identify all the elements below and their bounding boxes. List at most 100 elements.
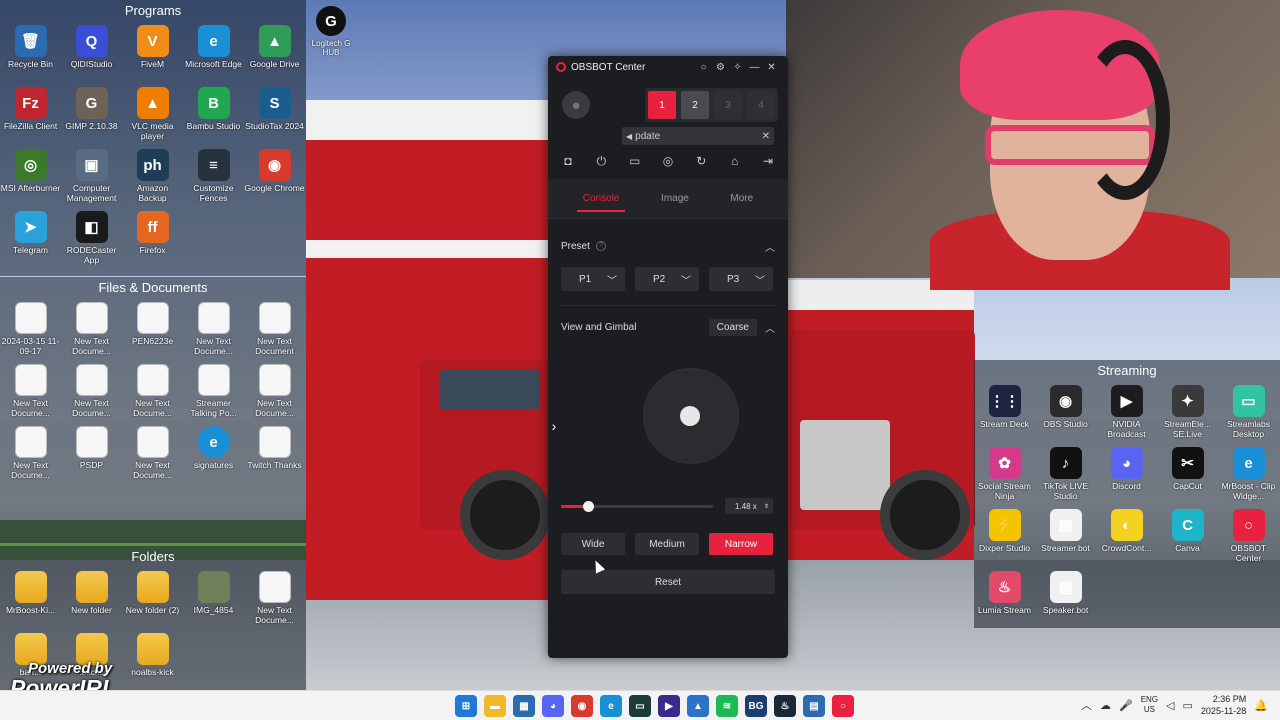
network-icon[interactable]: ▭ [1183, 699, 1193, 712]
desktop-icon[interactable]: Twitch Thanks [244, 421, 305, 483]
obsbot-taskbar-icon[interactable]: ○ [832, 695, 854, 717]
notification-bell-icon[interactable]: 🔔 [1254, 699, 1268, 712]
desktop-icon[interactable]: New folder (2) [122, 566, 183, 628]
zoom-slider[interactable] [561, 500, 713, 512]
record-indicator-icon[interactable]: ○ [695, 62, 712, 73]
start-icon[interactable]: ⊞ [455, 695, 477, 717]
desktop-icon[interactable]: Fz FileZilla Client [0, 82, 61, 144]
volume-icon[interactable]: ◁ [1166, 699, 1174, 712]
clock[interactable]: 2:36 PM 2025-11-28 [1201, 693, 1246, 717]
coarse-toggle[interactable]: Coarse [708, 318, 757, 336]
desktop-icon[interactable]: New Text Docume... [183, 297, 244, 359]
desktop-icon[interactable]: New Text Docume... [122, 421, 183, 483]
language-indicator[interactable]: ENG US [1141, 695, 1158, 715]
close-button[interactable]: ✕ [763, 62, 780, 73]
desktop-icon[interactable]: ♨ Lumia Stream [974, 566, 1035, 628]
microphone-icon[interactable]: 🎤 [1119, 699, 1133, 712]
avatar[interactable]: ● [562, 91, 590, 119]
desktop-icon[interactable]: ▲ VLC media player [122, 82, 183, 144]
desktop-icon[interactable]: ➤ Telegram [0, 206, 61, 268]
desktop-icon[interactable]: e signatures [183, 421, 244, 483]
desktop-icon[interactable]: ▤ Speaker.bot [1035, 566, 1096, 628]
tracking-icon[interactable]: ◎ [658, 151, 678, 171]
expand-panel-icon[interactable]: ⇥ [758, 151, 778, 171]
preset-p2-dropdown[interactable]: P2 ﹀ [635, 267, 699, 291]
chevron-up-icon[interactable]: ︿ [765, 239, 775, 254]
desktop-icon[interactable]: ○ OBSBOT Center [1218, 504, 1279, 566]
desktop-icon[interactable]: ⚡ Dixper Studio [974, 504, 1035, 566]
desktop-icon[interactable]: New Text Docume... [61, 359, 122, 421]
desktop-icon[interactable]: New Text Document [244, 297, 305, 359]
chevron-up-icon[interactable]: ︿ [765, 320, 775, 335]
desktop-icon[interactable]: ◉ OBS Studio [1035, 380, 1096, 442]
pin-icon[interactable]: ✧ [729, 62, 746, 73]
desktop-icon[interactable]: New Text Docume... [244, 566, 305, 628]
preset-p3-dropdown[interactable]: P3 ﹀ [709, 267, 773, 291]
desktop-icon[interactable]: V FiveM [122, 20, 183, 82]
camera-2-button[interactable]: 2 [681, 91, 709, 119]
minimize-button[interactable]: — [746, 62, 763, 73]
desktop-icon[interactable]: 🗑 Recycle Bin [0, 20, 61, 82]
camera-1-button[interactable]: 1 [648, 91, 676, 119]
bg-icon[interactable]: BG [745, 695, 767, 717]
tab-image[interactable]: Image [655, 185, 695, 212]
desktop-icon[interactable]: ◉ Google Chrome [244, 144, 305, 206]
preset-p1-dropdown[interactable]: P1 ﹀ [561, 267, 625, 291]
stepper-arrows-icon[interactable]: ⇕ [764, 503, 769, 510]
desktop-icon[interactable]: ✿ Social Stream Ninja [974, 442, 1035, 504]
desktop-icon[interactable]: ◕ Discord [1096, 442, 1157, 504]
desktop-icon[interactable]: G GIMP 2.10.38 [61, 82, 122, 144]
desktop-icon[interactable]: PEN6223e [122, 297, 183, 359]
desktop-icon[interactable]: New Text Docume... [122, 359, 183, 421]
desktop-icon[interactable]: ▤ Streamer.bot [1035, 504, 1096, 566]
discord-icon[interactable]: ◕ [542, 695, 564, 717]
desktop-icon[interactable]: PSDP [61, 421, 122, 483]
info-icon[interactable]: ? [595, 241, 606, 251]
spotify-icon[interactable]: ≋ [716, 695, 738, 717]
tray-overflow-icon[interactable]: ︿ [1081, 697, 1092, 713]
streamlabs-icon[interactable]: ▭ [629, 695, 651, 717]
desktop-icon[interactable]: MrBoost-Ki... [0, 566, 61, 628]
edge-icon[interactable]: e [600, 695, 622, 717]
desktop-icon[interactable]: ▶ NVIDIA Broadcast [1096, 380, 1157, 442]
desktop-icon[interactable]: C Canva [1157, 504, 1218, 566]
fov-wide-button[interactable]: Wide [561, 533, 625, 555]
desktop-icon[interactable]: Streamer Talking Po... [183, 359, 244, 421]
record-icon[interactable]: ▭ [625, 151, 645, 171]
zoom-slider-thumb[interactable] [583, 500, 595, 512]
desktop-icon[interactable]: ◎ MSI Afterburner [0, 144, 61, 206]
desktop-icon-logitech-ghub[interactable]: G Logitech G HUB [310, 6, 352, 57]
desktop-icon[interactable]: ≡ Customize Fences [183, 144, 244, 206]
desktop-icon[interactable]: S StudioTax 2024 [244, 82, 305, 144]
joystick-knob[interactable] [680, 406, 700, 426]
tab-console[interactable]: Console [576, 185, 626, 212]
desktop-icon[interactable]: noalbs-kick [122, 628, 183, 690]
desktop-icon[interactable]: New Text Docume... [0, 421, 61, 483]
desktop-icon[interactable]: B Bambu Studio [183, 82, 244, 144]
desktop-icon[interactable]: ph Amazon Backup [122, 144, 183, 206]
camera-4-button[interactable]: 4 [747, 91, 775, 119]
desktop-icon[interactable]: New folder [61, 566, 122, 628]
desktop-icon[interactable]: ▭ Streamlabs Desktop [1218, 380, 1279, 442]
app-badge-icon[interactable]: ▤ [803, 695, 825, 717]
desktop-icon[interactable]: e Microsoft Edge [183, 20, 244, 82]
desktop-icon[interactable]: ◐ CrowdCont... [1096, 504, 1157, 566]
fov-narrow-button[interactable]: Narrow [709, 533, 773, 555]
gimbal-lock-icon[interactable]: ⌂ [725, 151, 745, 171]
desktop-icon[interactable]: ff Firefox [122, 206, 183, 268]
steam-icon[interactable]: ♨ [774, 695, 796, 717]
desktop-icon[interactable]: e MrBoost - Clip Widge... [1218, 442, 1279, 504]
zoom-value-stepper[interactable]: 1.48 x ⇕ [725, 498, 773, 514]
onedrive-icon[interactable]: ☁ [1100, 699, 1111, 712]
desktop-icon[interactable]: ✦ StreamEle... SE.Live [1157, 380, 1218, 442]
tab-more[interactable]: More [724, 185, 759, 212]
expand-preview-arrow-icon[interactable]: › [548, 418, 560, 434]
settings-icon[interactable]: ⚙ [712, 62, 729, 73]
microsoft-store-icon[interactable]: ▦ [513, 695, 535, 717]
obsbot-titlebar[interactable]: OBSBOT Center ○ ⚙ ✧ — ✕ [548, 56, 788, 78]
camera-3-button[interactable]: 3 [714, 91, 742, 119]
desktop-icon[interactable]: New Text Docume... [61, 297, 122, 359]
media-player-icon[interactable]: ▶ [658, 695, 680, 717]
reset-button[interactable]: Reset [561, 570, 775, 594]
desktop-icon[interactable]: New Text Docume... [0, 359, 61, 421]
